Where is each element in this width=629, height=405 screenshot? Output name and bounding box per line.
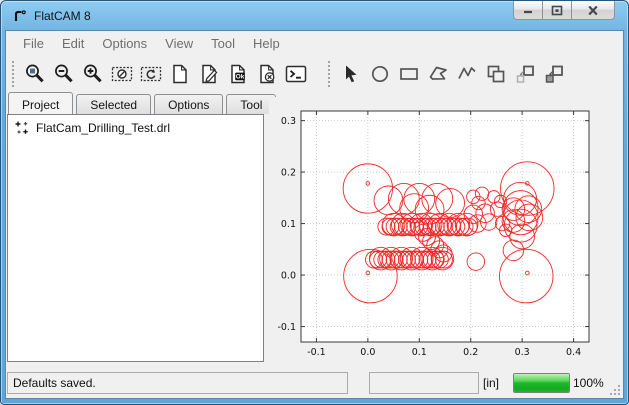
zoom-in-button[interactable]	[78, 59, 107, 89]
project-tree-panel[interactable]: FlatCam_Drilling_Test.drl	[7, 114, 264, 362]
menu-item-help[interactable]: Help	[244, 33, 289, 54]
zoom-out-button[interactable]	[49, 59, 78, 89]
zoom-in-icon	[81, 62, 105, 86]
status-bar: Defaults saved. [in] 100%	[6, 368, 623, 398]
tab-selected[interactable]: Selected	[76, 94, 151, 114]
x-tick-label: 0.2	[463, 347, 478, 358]
notebook-tabs: ProjectSelectedOptionsTool	[8, 92, 279, 114]
shell-button[interactable]	[281, 59, 310, 89]
copy-objects-icon	[513, 62, 537, 86]
zoom-fit-icon	[23, 62, 47, 86]
zoom-fit-button[interactable]	[20, 59, 49, 89]
close-button[interactable]	[571, 1, 615, 20]
path-button[interactable]	[452, 59, 481, 89]
progress-bar	[513, 373, 570, 393]
window-controls	[514, 1, 615, 20]
menu-bar: FileEditOptionsViewToolHelp	[6, 31, 623, 55]
move-objects-button[interactable]	[539, 59, 568, 89]
x-tick-label: -0.1	[307, 347, 326, 358]
copy-objects-button[interactable]	[510, 59, 539, 89]
y-tick-label: 0.2	[281, 168, 296, 179]
window-title: FlatCAM 8	[34, 9, 91, 23]
maximize-icon	[551, 5, 563, 16]
menu-item-file[interactable]: File	[14, 33, 53, 54]
open-project-icon	[197, 62, 221, 86]
x-tick-label: 0.0	[360, 347, 375, 358]
progress-bar-fill	[514, 374, 569, 392]
rectangle-icon	[397, 62, 421, 86]
clear-plot-button[interactable]	[107, 59, 136, 89]
copy-geometry-icon	[484, 62, 508, 86]
y-tick-label: 0.1	[281, 219, 296, 230]
toolbar-grip-icon[interactable]	[328, 61, 332, 87]
tab-options[interactable]: Options	[154, 94, 223, 114]
minimize-icon	[522, 5, 534, 15]
polygon-button[interactable]	[423, 59, 452, 89]
new-project-button[interactable]	[165, 59, 194, 89]
x-tick-label: 0.4	[566, 347, 581, 358]
menu-item-view[interactable]: View	[156, 33, 202, 54]
rectangle-button[interactable]	[394, 59, 423, 89]
clear-plot-icon	[110, 62, 134, 86]
delete-object-button[interactable]	[252, 59, 281, 89]
progress-percent: 100%	[573, 372, 604, 394]
menu-item-tool[interactable]: Tool	[202, 33, 244, 54]
excellon-object-icon	[14, 120, 29, 135]
save-project-button[interactable]: Ok	[223, 59, 252, 89]
path-icon	[455, 62, 479, 86]
y-tick-label: -0.1	[277, 322, 296, 333]
resize-grip-icon[interactable]	[609, 384, 620, 395]
y-tick-label: 0.3	[281, 116, 296, 127]
flatcam-window: FlatCAM 8 FileEditOptionsViewToolHelp Ok…	[0, 0, 629, 405]
close-icon	[587, 5, 599, 16]
circle-icon	[368, 62, 392, 86]
move-objects-icon	[542, 62, 566, 86]
flatcam-logo-icon	[12, 8, 28, 24]
menu-item-options[interactable]: Options	[93, 33, 156, 54]
select-icon	[339, 62, 363, 86]
maximize-button[interactable]	[542, 1, 572, 20]
position-panel	[369, 372, 479, 394]
toolbar: Ok	[6, 55, 623, 92]
menu-item-edit[interactable]: Edit	[53, 33, 93, 54]
tree-item[interactable]: FlatCam_Drilling_Test.drl	[8, 115, 263, 138]
select-button[interactable]	[336, 59, 365, 89]
toolbar-grip-icon[interactable]	[12, 61, 16, 87]
units-label: [in]	[483, 372, 499, 394]
new-project-icon	[168, 62, 192, 86]
svg-text:Ok: Ok	[235, 73, 244, 80]
delete-object-icon	[255, 62, 279, 86]
plot-canvas[interactable]: -0.1 0.0 0.1 0.2 0.3 0.4 -0.1 0.0 0.1 0.2 0.3	[269, 97, 623, 365]
y-tick-label: 0.0	[281, 271, 296, 282]
shell-icon	[284, 62, 308, 86]
x-tick-label: 0.1	[412, 347, 427, 358]
status-message: Defaults saved.	[13, 376, 96, 390]
polygon-icon	[426, 62, 450, 86]
replot-icon	[139, 62, 163, 86]
client-area: FileEditOptionsViewToolHelp Ok ProjectSe…	[5, 30, 624, 399]
copy-geometry-button[interactable]	[481, 59, 510, 89]
x-tick-label: 0.3	[515, 347, 530, 358]
replot-button[interactable]	[136, 59, 165, 89]
circle-button[interactable]	[365, 59, 394, 89]
tree-item-label: FlatCam_Drilling_Test.drl	[36, 121, 170, 135]
plot-toolbar: Ok	[6, 58, 310, 90]
tab-project[interactable]: Project	[8, 92, 73, 114]
status-message-panel: Defaults saved.	[7, 372, 348, 394]
minimize-button[interactable]	[513, 1, 543, 20]
zoom-out-icon	[52, 62, 76, 86]
save-project-icon: Ok	[226, 62, 250, 86]
open-project-button[interactable]	[194, 59, 223, 89]
geometry-toolbar	[322, 58, 568, 90]
